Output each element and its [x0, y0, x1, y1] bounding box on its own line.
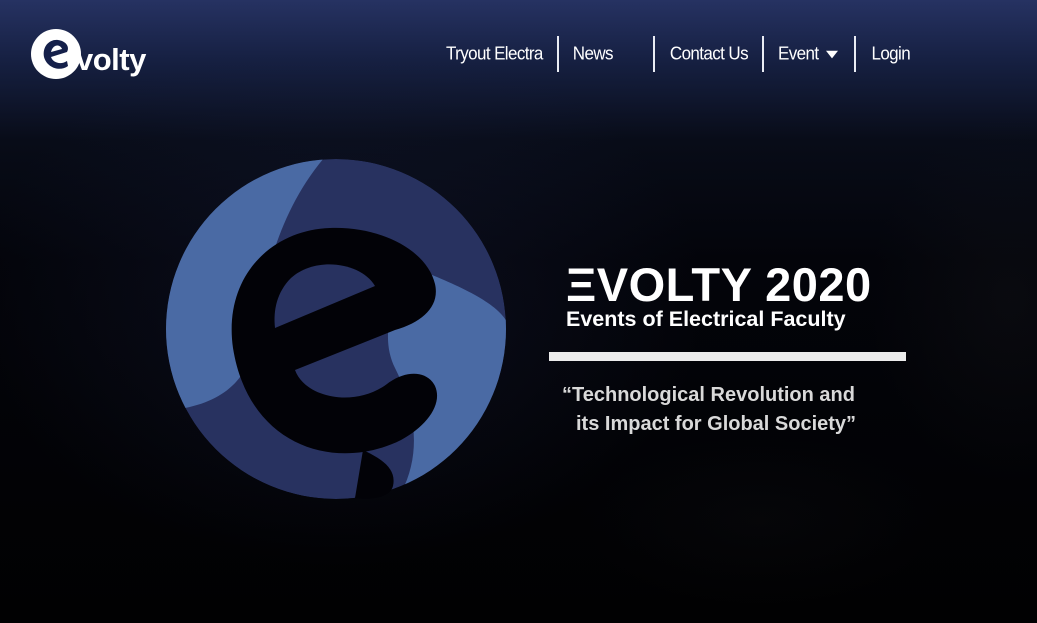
landing-page: volty Tryout Electra News Contact Us Eve… — [0, 0, 1037, 623]
nav-contact-us[interactable]: Contact Us — [655, 35, 762, 74]
divider-rule — [549, 352, 906, 361]
brand-wordmark: volty — [76, 42, 147, 77]
nav-event-label: Event — [777, 43, 819, 64]
nav-news[interactable]: News — [559, 35, 653, 74]
nav-tryout-electra[interactable]: Tryout Electra — [434, 35, 557, 74]
event-title: ΞVOLTY 2020 — [566, 258, 872, 311]
event-tagline: “Technological Revolution and its Impact… — [562, 381, 902, 439]
event-subtitle: Events of Electrical Faculty — [566, 307, 846, 331]
brand-logo-link[interactable]: volty — [30, 28, 170, 80]
tagline-line-2: its Impact for Global Society” — [576, 413, 857, 435]
evolty-logo-icon: volty — [31, 29, 148, 79]
caret-down-icon — [826, 50, 839, 59]
nav-login[interactable]: Login — [856, 35, 910, 74]
tagline-line-1: “Technological Revolution and — [562, 384, 855, 406]
top-nav: Tryout Electra News Contact Us Event Log… — [434, 35, 911, 74]
nav-event-dropdown[interactable]: Event — [764, 35, 854, 74]
evolty-e-emblem-icon — [166, 159, 506, 499]
